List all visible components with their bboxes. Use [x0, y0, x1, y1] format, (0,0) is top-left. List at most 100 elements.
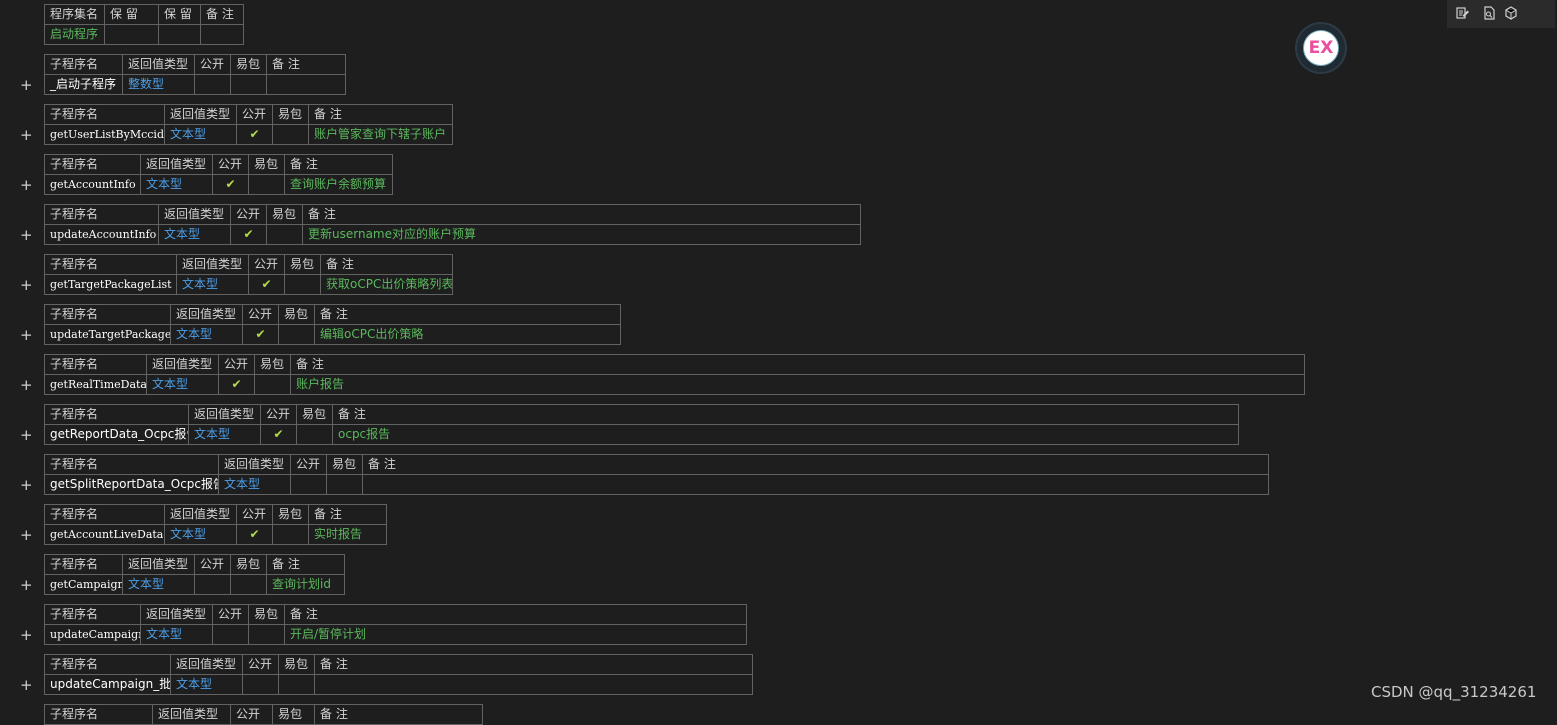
subroutine-header-easy-package: 易包 [272, 504, 309, 525]
subroutine-remark[interactable]: 账户报告 [290, 374, 1305, 395]
subroutine-remark[interactable] [266, 74, 346, 95]
subroutine-return-type[interactable]: 文本型 [188, 424, 261, 445]
subroutine-easy-package-checkbox[interactable] [278, 324, 315, 345]
subroutine-row: getRealTimeData 文本型 ✔ 账户报告 [44, 374, 1305, 395]
subroutine-name[interactable]: getAccountLiveData [44, 524, 165, 545]
subroutine-public-checkbox[interactable]: ✔ [212, 174, 249, 195]
subroutine-remark[interactable]: 账户管家查询下辖子账户 [308, 124, 453, 145]
subroutine-name[interactable]: getTargetPackageList [44, 274, 177, 295]
assembly-header-row: 程序集名 保 留 保 留 备 注 [44, 4, 244, 25]
subroutine-remark[interactable] [314, 674, 753, 695]
ex-badge[interactable]: EX [1297, 24, 1345, 72]
expand-icon[interactable]: + [20, 678, 33, 693]
expand-icon[interactable]: + [20, 578, 33, 593]
subroutine-name[interactable]: getCampaign [44, 574, 123, 595]
subroutine-public-checkbox[interactable] [212, 624, 249, 645]
subroutine-public-checkbox[interactable] [290, 474, 327, 495]
subroutine-public-checkbox[interactable]: ✔ [260, 424, 297, 445]
expand-icon[interactable]: + [20, 128, 33, 143]
subroutine-remark[interactable]: 查询账户余额预算 [284, 174, 393, 195]
expand-icon[interactable]: + [20, 478, 33, 493]
subroutine-easy-package-checkbox[interactable] [272, 124, 309, 145]
subroutine-easy-package-checkbox[interactable] [248, 174, 285, 195]
subroutine-return-type[interactable]: 文本型 [140, 624, 213, 645]
subroutine-header-remark: 备 注 [314, 304, 621, 325]
subroutine-easy-package-checkbox[interactable] [272, 524, 309, 545]
expand-icon[interactable]: + [20, 528, 33, 543]
subroutine-return-type[interactable]: 文本型 [122, 574, 195, 595]
subroutine-return-type[interactable]: 文本型 [218, 474, 291, 495]
edit-icon[interactable] [1456, 6, 1470, 20]
subroutine-public-checkbox[interactable]: ✔ [230, 224, 267, 245]
subroutine-table: 子程序名 返回值类型 公开 易包备 注 updateTargetPackage 文本型 ✔ 编… [44, 304, 621, 345]
subroutine-header-row: 子程序名 返回值类型 公开 易包备 注 [44, 204, 861, 225]
subroutine-remark[interactable] [362, 474, 1269, 495]
subroutine-easy-package-checkbox[interactable] [254, 374, 291, 395]
subroutine-public-checkbox[interactable]: ✔ [236, 524, 273, 545]
subroutine-name[interactable]: updateAccountInfo [44, 224, 159, 245]
expand-icon[interactable]: + [20, 78, 33, 93]
subroutine-remark[interactable]: 查询计划id [266, 574, 345, 595]
expand-icon[interactable]: + [20, 178, 33, 193]
subroutine-row: getTargetPackageList 文本型 ✔ 获取oCPC出价策略列表 [44, 274, 453, 295]
subroutine-header-cell: 返回值类型 [152, 704, 231, 725]
document-search-icon[interactable] [1482, 6, 1496, 20]
subroutine-return-type[interactable]: 文本型 [170, 324, 243, 345]
subroutine-remark[interactable]: 获取oCPC出价策略列表 [320, 274, 453, 295]
subroutine-public-checkbox[interactable] [194, 574, 231, 595]
subroutine-table: 子程序名 返回值类型 公开 易包备 注 getTargetPackageList 文本型 ✔… [44, 254, 453, 295]
assembly-remark[interactable] [200, 24, 244, 45]
assembly-reserved-1[interactable] [104, 24, 159, 45]
cube-icon[interactable] [1504, 6, 1518, 20]
subroutine-return-type[interactable]: 文本型 [164, 124, 237, 145]
subroutine-return-type[interactable]: 文本型 [158, 224, 231, 245]
subroutine-easy-package-checkbox[interactable] [296, 424, 333, 445]
expand-icon[interactable]: + [20, 278, 33, 293]
subroutine-name[interactable]: updateTargetPackage [44, 324, 171, 345]
subroutine-name[interactable]: updateCampaign_批量 [44, 674, 171, 695]
subroutine-public-checkbox[interactable] [242, 674, 279, 695]
subroutine-remark[interactable]: ocpc报告 [332, 424, 1239, 445]
assembly-reserved-2[interactable] [158, 24, 201, 45]
subroutine-easy-package-checkbox[interactable] [230, 574, 267, 595]
subroutine-remark[interactable]: 更新username对应的账户预算 [302, 224, 861, 245]
subroutine-return-type[interactable]: 文本型 [176, 274, 249, 295]
expand-icon[interactable]: + [20, 428, 33, 443]
subroutine-header-remark: 备 注 [320, 254, 453, 275]
subroutine-remark[interactable]: 实时报告 [308, 524, 387, 545]
subroutine-remark[interactable]: 开启/暂停计划 [284, 624, 747, 645]
subroutine-public-checkbox[interactable]: ✔ [242, 324, 279, 345]
expand-icon[interactable]: + [20, 228, 33, 243]
subroutine-name[interactable]: getSplitReportData_Ocpc报告 [44, 474, 219, 495]
subroutine-name[interactable]: getReportData_Ocpc报告 [44, 424, 189, 445]
expand-icon[interactable]: + [20, 628, 33, 643]
subroutine-name[interactable]: updateCampaign [44, 624, 141, 645]
subroutine-name[interactable]: getUserListByMccid [44, 124, 165, 145]
subroutine-public-checkbox[interactable]: ✔ [248, 274, 285, 295]
subroutine-name[interactable]: getAccountInfo [44, 174, 141, 195]
expand-icon[interactable]: + [20, 328, 33, 343]
subroutine-easy-package-checkbox[interactable] [278, 674, 315, 695]
check-icon: ✔ [243, 227, 254, 241]
subroutine-name[interactable]: _启动子程序 [44, 74, 123, 95]
subroutine-return-type[interactable]: 文本型 [146, 374, 219, 395]
subroutine-return-type[interactable]: 整数型 [122, 74, 195, 95]
subroutine-public-checkbox[interactable]: ✔ [236, 124, 273, 145]
subroutine-return-type[interactable]: 文本型 [170, 674, 243, 695]
subroutine-table: 子程序名 返回值类型 公开 易包备 注 getCampaign 文本型 查询计划id [44, 554, 345, 595]
subroutine-header-easy-package: 易包 [230, 54, 267, 75]
subroutine-easy-package-checkbox[interactable] [230, 74, 267, 95]
subroutine-return-type[interactable]: 文本型 [164, 524, 237, 545]
subroutine-easy-package-checkbox[interactable] [248, 624, 285, 645]
subroutine-return-type[interactable]: 文本型 [140, 174, 213, 195]
subroutine-name[interactable]: getRealTimeData [44, 374, 147, 395]
assembly-name[interactable]: 启动程序 [44, 24, 105, 45]
assembly-table: 程序集名 保 留 保 留 备 注 启动程序 [44, 4, 244, 45]
expand-icon[interactable]: + [20, 378, 33, 393]
subroutine-easy-package-checkbox[interactable] [326, 474, 363, 495]
subroutine-public-checkbox[interactable]: ✔ [218, 374, 255, 395]
subroutine-remark[interactable]: 编辑oCPC出价策略 [314, 324, 621, 345]
subroutine-easy-package-checkbox[interactable] [266, 224, 303, 245]
subroutine-easy-package-checkbox[interactable] [284, 274, 321, 295]
subroutine-public-checkbox[interactable] [194, 74, 231, 95]
